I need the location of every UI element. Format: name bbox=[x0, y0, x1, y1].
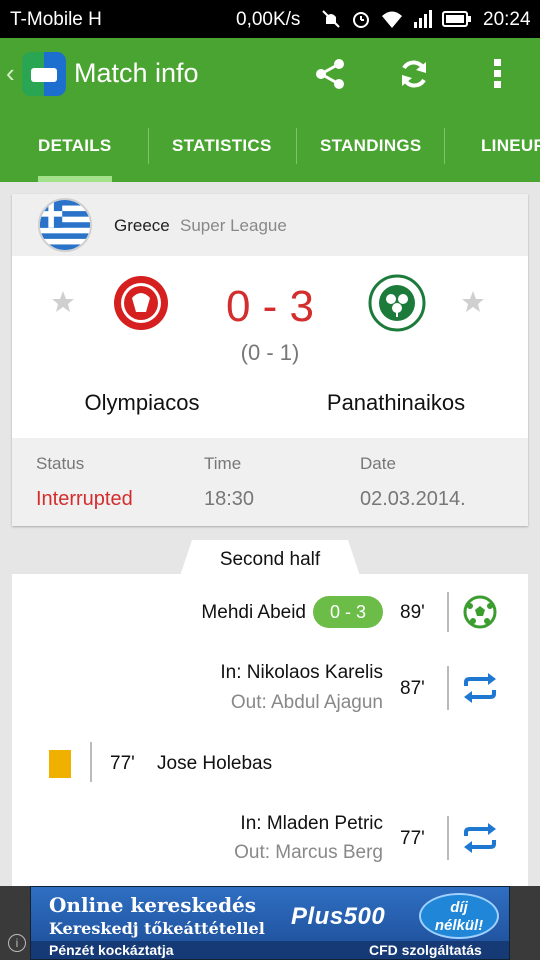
back-chevron-icon[interactable]: ‹ bbox=[6, 58, 15, 89]
ad-banner[interactable]: Online kereskedés Kereskedj tőkeáttétell… bbox=[30, 886, 510, 960]
tab-divider bbox=[444, 128, 445, 164]
goal-score-badge: 0 - 3 bbox=[313, 596, 383, 628]
date-label: Date bbox=[360, 454, 396, 473]
event-divider bbox=[447, 666, 449, 710]
halftime-score: (0 - 1) bbox=[240, 340, 300, 365]
screen-title: Match info bbox=[74, 58, 199, 88]
home-team-name[interactable]: Olympiacos bbox=[42, 390, 242, 416]
status-value: Interrupted bbox=[36, 488, 133, 510]
yellow-card-icon bbox=[49, 750, 71, 778]
ad-badge: díj nélkül! bbox=[419, 893, 499, 939]
tab-lineups[interactable]: LINEUPS bbox=[481, 110, 540, 182]
match-meta: Status Time Date Interrupted 18:30 02.03… bbox=[12, 438, 528, 526]
match-card: Greece Super League 0 - 3 (0 - 1) Olympi… bbox=[12, 194, 528, 526]
olympiacos-crest-icon bbox=[114, 276, 168, 330]
clock: 20:24 bbox=[483, 9, 531, 30]
ad-badge-line2: nélkül! bbox=[434, 917, 484, 934]
event-divider bbox=[447, 816, 449, 860]
tab-details[interactable]: DETAILS bbox=[38, 110, 112, 182]
battery-icon bbox=[442, 11, 471, 27]
event-divider bbox=[447, 592, 449, 632]
league-name: Super League bbox=[180, 216, 287, 235]
sub-minute: 77' bbox=[400, 828, 425, 849]
greece-flag-icon bbox=[38, 198, 92, 252]
away-team-name[interactable]: Panathinaikos bbox=[296, 390, 496, 416]
match-score: 0 - 3 bbox=[225, 282, 315, 331]
alarm-icon bbox=[353, 12, 369, 28]
ad-risk-text: Pénzét kockáztatja bbox=[49, 942, 174, 958]
sub-player-in: In: Mladen Petric bbox=[240, 813, 383, 834]
time-label: Time bbox=[204, 454, 242, 473]
signal-icon bbox=[414, 10, 432, 28]
period-header: Second half bbox=[180, 540, 360, 576]
carrier-name: T-Mobile H bbox=[10, 9, 102, 30]
substitution-icon bbox=[464, 823, 496, 853]
favorite-away-star-icon[interactable] bbox=[461, 290, 485, 314]
ad-badge-line1: díj bbox=[450, 899, 468, 916]
tab-standings[interactable]: STANDINGS bbox=[320, 110, 422, 182]
status-bar: T-Mobile H 0,00K/s 20:24 bbox=[0, 0, 540, 38]
tab-divider bbox=[148, 128, 149, 164]
ad-subline: Kereskedj tőkeáttétellel bbox=[49, 919, 265, 938]
refresh-icon[interactable] bbox=[396, 56, 432, 92]
ad-headline: Online kereskedés bbox=[49, 893, 257, 917]
app-logo[interactable] bbox=[22, 52, 66, 96]
league-header[interactable]: Greece Super League bbox=[12, 194, 528, 256]
sub-player-in: In: Nikolaos Karelis bbox=[220, 662, 383, 683]
app-bar: ‹ Match info bbox=[0, 38, 540, 110]
football-goal-icon bbox=[463, 595, 497, 629]
ad-info-icon[interactable]: i bbox=[8, 934, 26, 952]
favorite-home-star-icon[interactable] bbox=[51, 290, 75, 314]
goal-minute: 89' bbox=[400, 602, 425, 623]
ad-brand: Plus500 bbox=[291, 903, 386, 930]
sub-player-out: Out: Abdul Ajagun bbox=[230, 692, 383, 713]
ad-service-text: CFD szolgáltatás bbox=[369, 942, 482, 958]
share-icon[interactable] bbox=[312, 56, 348, 92]
status-icons bbox=[320, 8, 472, 30]
overflow-menu-icon[interactable] bbox=[480, 56, 516, 92]
substitution-icon bbox=[464, 673, 496, 703]
mute-icon bbox=[322, 10, 340, 28]
event-divider bbox=[90, 742, 92, 782]
date-value: 02.03.2014. bbox=[360, 488, 466, 510]
card-player: Jose Holebas bbox=[157, 753, 273, 774]
status-label: Status bbox=[36, 454, 85, 473]
tab-divider bbox=[296, 128, 297, 164]
goal-scorer: Mehdi Abeid bbox=[201, 602, 306, 623]
wifi-icon bbox=[382, 11, 402, 28]
time-value: 18:30 bbox=[204, 488, 255, 510]
tab-bar: DETAILS STATISTICS STANDINGS LINEUPS bbox=[0, 110, 540, 182]
card-minute: 77' bbox=[110, 753, 135, 774]
panathinaikos-crest-icon bbox=[368, 274, 426, 332]
sub-minute: 87' bbox=[400, 678, 425, 699]
network-speed: 0,00K/s bbox=[236, 9, 301, 30]
tab-statistics[interactable]: STATISTICS bbox=[172, 110, 272, 182]
sub-player-out: Out: Marcus Berg bbox=[234, 842, 383, 863]
country-name: Greece bbox=[114, 216, 170, 235]
